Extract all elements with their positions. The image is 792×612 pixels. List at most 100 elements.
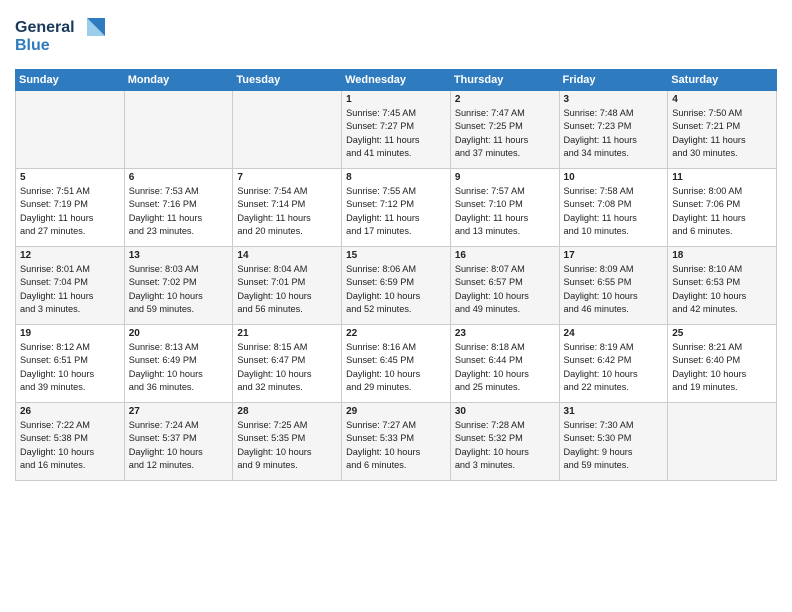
daylight-hours: and 39 minutes. bbox=[20, 382, 85, 392]
daylight-hours: and 36 minutes. bbox=[129, 382, 194, 392]
sunset: Sunset: 7:21 PM bbox=[672, 121, 740, 131]
calendar-cell: 6Sunrise: 7:53 AMSunset: 7:16 PMDaylight… bbox=[124, 169, 233, 247]
daylight-hours: Daylight: 11 hours bbox=[455, 213, 528, 223]
sunrise: Sunrise: 8:21 AM bbox=[672, 342, 742, 352]
daylight-hours: Daylight: 11 hours bbox=[455, 135, 528, 145]
day-info: Sunrise: 7:24 AMSunset: 5:37 PMDaylight:… bbox=[129, 419, 229, 472]
calendar-week-3: 12Sunrise: 8:01 AMSunset: 7:04 PMDayligh… bbox=[16, 247, 777, 325]
daylight-hours: and 3 minutes. bbox=[20, 304, 80, 314]
sunrise: Sunrise: 8:13 AM bbox=[129, 342, 199, 352]
day-number: 6 bbox=[129, 172, 229, 183]
sunrise: Sunrise: 8:09 AM bbox=[564, 264, 634, 274]
sunrise: Sunrise: 8:01 AM bbox=[20, 264, 90, 274]
day-number: 11 bbox=[672, 172, 772, 183]
weekday-sunday: Sunday bbox=[16, 70, 125, 91]
sunrise: Sunrise: 7:57 AM bbox=[455, 186, 525, 196]
daylight-hours: Daylight: 11 hours bbox=[20, 291, 93, 301]
daylight-hours: Daylight: 11 hours bbox=[564, 135, 637, 145]
sunrise: Sunrise: 7:24 AM bbox=[129, 420, 199, 430]
day-number: 16 bbox=[455, 250, 555, 261]
day-number: 3 bbox=[564, 94, 664, 105]
sunset: Sunset: 5:35 PM bbox=[237, 433, 305, 443]
calendar-cell: 16Sunrise: 8:07 AMSunset: 6:57 PMDayligh… bbox=[450, 247, 559, 325]
sunset: Sunset: 6:40 PM bbox=[672, 355, 740, 365]
calendar-cell: 22Sunrise: 8:16 AMSunset: 6:45 PMDayligh… bbox=[342, 325, 451, 403]
day-number: 1 bbox=[346, 94, 446, 105]
calendar-cell: 2Sunrise: 7:47 AMSunset: 7:25 PMDaylight… bbox=[450, 91, 559, 169]
day-info: Sunrise: 8:09 AMSunset: 6:55 PMDaylight:… bbox=[564, 263, 664, 316]
calendar-cell: 21Sunrise: 8:15 AMSunset: 6:47 PMDayligh… bbox=[233, 325, 342, 403]
sunset: Sunset: 7:06 PM bbox=[672, 199, 740, 209]
daylight-hours: Daylight: 10 hours bbox=[672, 291, 746, 301]
daylight-hours: and 34 minutes. bbox=[564, 148, 629, 158]
sunset: Sunset: 5:37 PM bbox=[129, 433, 197, 443]
sunrise: Sunrise: 7:48 AM bbox=[564, 108, 634, 118]
daylight-hours: and 42 minutes. bbox=[672, 304, 737, 314]
day-number: 23 bbox=[455, 328, 555, 339]
sunset: Sunset: 7:10 PM bbox=[455, 199, 523, 209]
daylight-hours: Daylight: 10 hours bbox=[455, 369, 529, 379]
sunrise: Sunrise: 7:27 AM bbox=[346, 420, 416, 430]
daylight-hours: and 22 minutes. bbox=[564, 382, 629, 392]
calendar-cell: 18Sunrise: 8:10 AMSunset: 6:53 PMDayligh… bbox=[668, 247, 777, 325]
calendar-cell: 11Sunrise: 8:00 AMSunset: 7:06 PMDayligh… bbox=[668, 169, 777, 247]
sunset: Sunset: 7:16 PM bbox=[129, 199, 197, 209]
day-info: Sunrise: 8:19 AMSunset: 6:42 PMDaylight:… bbox=[564, 341, 664, 394]
day-info: Sunrise: 8:13 AMSunset: 6:49 PMDaylight:… bbox=[129, 341, 229, 394]
daylight-hours: Daylight: 11 hours bbox=[672, 135, 745, 145]
sunset: Sunset: 5:33 PM bbox=[346, 433, 414, 443]
sunset: Sunset: 7:08 PM bbox=[564, 199, 632, 209]
sunrise: Sunrise: 8:15 AM bbox=[237, 342, 307, 352]
calendar-cell: 7Sunrise: 7:54 AMSunset: 7:14 PMDaylight… bbox=[233, 169, 342, 247]
sunrise: Sunrise: 7:28 AM bbox=[455, 420, 525, 430]
sunset: Sunset: 6:59 PM bbox=[346, 277, 414, 287]
sunset: Sunset: 5:32 PM bbox=[455, 433, 523, 443]
sunset: Sunset: 7:14 PM bbox=[237, 199, 305, 209]
calendar-cell: 25Sunrise: 8:21 AMSunset: 6:40 PMDayligh… bbox=[668, 325, 777, 403]
daylight-hours: and 32 minutes. bbox=[237, 382, 302, 392]
daylight-hours: Daylight: 10 hours bbox=[346, 447, 420, 457]
day-number: 2 bbox=[455, 94, 555, 105]
calendar-cell: 27Sunrise: 7:24 AMSunset: 5:37 PMDayligh… bbox=[124, 403, 233, 481]
weekday-friday: Friday bbox=[559, 70, 668, 91]
calendar-cell bbox=[124, 91, 233, 169]
daylight-hours: Daylight: 10 hours bbox=[20, 369, 94, 379]
daylight-hours: Daylight: 11 hours bbox=[129, 213, 202, 223]
day-info: Sunrise: 8:15 AMSunset: 6:47 PMDaylight:… bbox=[237, 341, 337, 394]
sunset: Sunset: 7:19 PM bbox=[20, 199, 88, 209]
sunset: Sunset: 7:23 PM bbox=[564, 121, 632, 131]
daylight-hours: and 23 minutes. bbox=[129, 226, 194, 236]
daylight-hours: Daylight: 10 hours bbox=[564, 291, 638, 301]
day-number: 19 bbox=[20, 328, 120, 339]
calendar-cell: 14Sunrise: 8:04 AMSunset: 7:01 PMDayligh… bbox=[233, 247, 342, 325]
weekday-header-row: SundayMondayTuesdayWednesdayThursdayFrid… bbox=[16, 70, 777, 91]
sunset: Sunset: 6:47 PM bbox=[237, 355, 305, 365]
day-info: Sunrise: 8:01 AMSunset: 7:04 PMDaylight:… bbox=[20, 263, 120, 316]
sunrise: Sunrise: 7:50 AM bbox=[672, 108, 742, 118]
daylight-hours: and 30 minutes. bbox=[672, 148, 737, 158]
calendar-cell: 9Sunrise: 7:57 AMSunset: 7:10 PMDaylight… bbox=[450, 169, 559, 247]
calendar-cell: 10Sunrise: 7:58 AMSunset: 7:08 PMDayligh… bbox=[559, 169, 668, 247]
daylight-hours: Daylight: 10 hours bbox=[564, 369, 638, 379]
daylight-hours: and 19 minutes. bbox=[672, 382, 737, 392]
day-number: 20 bbox=[129, 328, 229, 339]
sunrise: Sunrise: 8:04 AM bbox=[237, 264, 307, 274]
day-number: 24 bbox=[564, 328, 664, 339]
daylight-hours: and 27 minutes. bbox=[20, 226, 85, 236]
weekday-tuesday: Tuesday bbox=[233, 70, 342, 91]
sunset: Sunset: 6:53 PM bbox=[672, 277, 740, 287]
daylight-hours: Daylight: 11 hours bbox=[672, 213, 745, 223]
calendar-cell: 31Sunrise: 7:30 AMSunset: 5:30 PMDayligh… bbox=[559, 403, 668, 481]
day-info: Sunrise: 7:54 AMSunset: 7:14 PMDaylight:… bbox=[237, 185, 337, 238]
sunrise: Sunrise: 7:47 AM bbox=[455, 108, 525, 118]
day-info: Sunrise: 8:03 AMSunset: 7:02 PMDaylight:… bbox=[129, 263, 229, 316]
calendar-cell: 23Sunrise: 8:18 AMSunset: 6:44 PMDayligh… bbox=[450, 325, 559, 403]
day-info: Sunrise: 7:25 AMSunset: 5:35 PMDaylight:… bbox=[237, 419, 337, 472]
sunset: Sunset: 7:01 PM bbox=[237, 277, 305, 287]
calendar-cell: 12Sunrise: 8:01 AMSunset: 7:04 PMDayligh… bbox=[16, 247, 125, 325]
daylight-hours: and 12 minutes. bbox=[129, 460, 194, 470]
daylight-hours: and 9 minutes. bbox=[237, 460, 297, 470]
daylight-hours: and 59 minutes. bbox=[129, 304, 194, 314]
daylight-hours: and 16 minutes. bbox=[20, 460, 85, 470]
daylight-hours: Daylight: 10 hours bbox=[129, 369, 203, 379]
